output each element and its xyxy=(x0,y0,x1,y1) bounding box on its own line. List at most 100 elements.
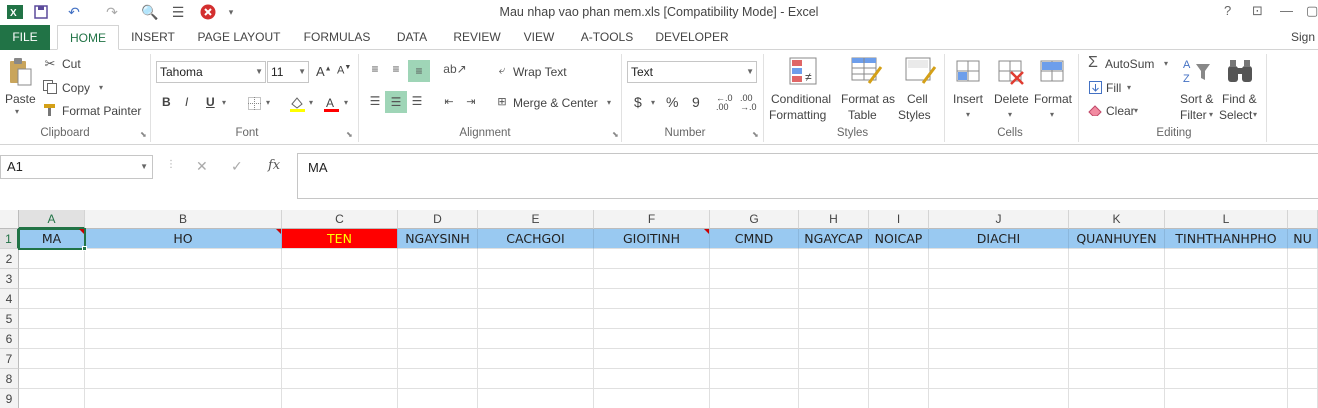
column-header-h[interactable]: H xyxy=(799,210,869,229)
cell[interactable] xyxy=(19,249,85,269)
align-middle-icon[interactable]: ≡ xyxy=(387,60,405,78)
cell[interactable] xyxy=(398,389,478,408)
cell[interactable] xyxy=(710,249,799,269)
cell[interactable] xyxy=(869,289,929,309)
delete-cells-icon[interactable] xyxy=(996,56,1026,86)
cell[interactable] xyxy=(282,249,398,269)
format-cells-button[interactable]: Format xyxy=(1034,92,1072,106)
cell[interactable] xyxy=(869,389,929,408)
cell[interactable] xyxy=(1288,309,1318,329)
cell[interactable] xyxy=(929,289,1069,309)
format-as-table-button[interactable]: Format as xyxy=(841,92,895,106)
cell[interactable] xyxy=(594,249,710,269)
cell[interactable] xyxy=(869,369,929,389)
font-name-combo[interactable]: Tahoma ▼ xyxy=(156,61,266,83)
help-icon[interactable]: ? xyxy=(1224,3,1231,18)
row-header-6[interactable]: 6 xyxy=(0,329,19,349)
decrease-decimal-icon[interactable]: .00 →.0 xyxy=(740,94,757,112)
cell[interactable] xyxy=(710,289,799,309)
header-cell-gioitinh[interactable]: GIOITINH xyxy=(594,229,710,249)
cell[interactable] xyxy=(19,369,85,389)
insert-function-icon[interactable]: fx xyxy=(268,158,280,173)
cell[interactable] xyxy=(594,329,710,349)
header-cell-cmnd[interactable]: CMND xyxy=(710,229,799,249)
tab-a-tools[interactable]: A-TOOLS xyxy=(572,25,642,50)
cell[interactable] xyxy=(799,389,869,408)
row-header-9[interactable]: 9 xyxy=(0,389,19,408)
cell-styles-icon[interactable] xyxy=(904,56,938,86)
column-header-f[interactable]: F xyxy=(594,210,710,229)
tab-view[interactable]: VIEW xyxy=(516,25,562,50)
cell[interactable] xyxy=(398,329,478,349)
cell-styles-button[interactable]: Cell xyxy=(907,92,928,106)
cell[interactable] xyxy=(398,309,478,329)
cell[interactable] xyxy=(1288,249,1318,269)
cell[interactable] xyxy=(282,349,398,369)
cell[interactable] xyxy=(1069,309,1165,329)
clipboard-launcher-icon[interactable]: ⬊ xyxy=(140,130,147,139)
comma-button[interactable]: 9 xyxy=(692,94,700,110)
cell[interactable] xyxy=(1165,309,1288,329)
wrap-text-icon[interactable]: ⤶ xyxy=(494,62,510,78)
cell[interactable] xyxy=(282,309,398,329)
cell[interactable] xyxy=(282,389,398,408)
cell[interactable] xyxy=(799,349,869,369)
percent-button[interactable]: % xyxy=(666,94,678,110)
cell[interactable] xyxy=(1165,369,1288,389)
clear-button[interactable]: Clear xyxy=(1106,104,1135,118)
cell[interactable] xyxy=(594,389,710,408)
cell[interactable] xyxy=(1069,249,1165,269)
maximize-icon[interactable]: ▢ xyxy=(1306,3,1318,19)
cell[interactable] xyxy=(594,309,710,329)
cell[interactable] xyxy=(282,269,398,289)
tab-developer[interactable]: DEVELOPER xyxy=(652,25,732,50)
alignment-launcher-icon[interactable]: ⬊ xyxy=(612,130,619,139)
cell[interactable] xyxy=(869,309,929,329)
cell[interactable] xyxy=(19,269,85,289)
cell[interactable] xyxy=(799,269,869,289)
name-box[interactable]: A1 ▼ xyxy=(0,155,153,179)
column-header-l[interactable]: L xyxy=(1165,210,1288,229)
cell[interactable] xyxy=(19,329,85,349)
cell[interactable] xyxy=(1165,249,1288,269)
bold-button[interactable]: B xyxy=(162,95,171,109)
cell[interactable] xyxy=(282,329,398,349)
cell[interactable] xyxy=(1288,269,1318,289)
conditional-formatting-icon[interactable]: ≠ xyxy=(788,56,818,86)
header-cell-diachi[interactable]: DIACHI xyxy=(929,229,1069,249)
find-select-button-line2[interactable]: Select xyxy=(1219,108,1252,122)
align-center-icon[interactable]: ☰ xyxy=(385,91,407,113)
formula-bar-handle-icon[interactable]: ⋮ xyxy=(166,159,176,170)
autosum-icon[interactable]: Σ xyxy=(1088,54,1098,72)
cell[interactable] xyxy=(869,249,929,269)
align-left-icon[interactable]: ☰ xyxy=(366,92,384,110)
delete-dropdown-icon[interactable]: ▾ xyxy=(1008,110,1012,119)
cell[interactable] xyxy=(710,349,799,369)
worksheet-grid[interactable]: ABCDEFGHIJKL 123456789 MA HO TEN NGAYSINH CA… xyxy=(0,210,1318,408)
cell[interactable] xyxy=(1288,329,1318,349)
cell[interactable] xyxy=(85,249,282,269)
font-color-dropdown-icon[interactable]: ▾ xyxy=(344,98,348,107)
cell[interactable] xyxy=(398,289,478,309)
header-cell-tinhthanhpho[interactable]: TINHTHANHPHO xyxy=(1165,229,1288,249)
increase-decimal-icon[interactable]: ←.0.00 xyxy=(716,94,733,112)
sort-filter-button-line2[interactable]: Filter xyxy=(1180,108,1207,122)
column-header-m[interactable] xyxy=(1288,210,1318,229)
fill-handle[interactable] xyxy=(82,246,87,251)
orientation-icon[interactable]: ab↗ xyxy=(442,60,468,78)
cell[interactable] xyxy=(19,289,85,309)
insert-dropdown-icon[interactable]: ▾ xyxy=(966,110,970,119)
copy-dropdown-icon[interactable]: ▾ xyxy=(99,83,103,92)
chevron-down-icon[interactable]: ▼ xyxy=(140,156,148,178)
cell[interactable] xyxy=(1165,329,1288,349)
cell[interactable] xyxy=(478,389,594,408)
cell[interactable] xyxy=(85,369,282,389)
header-cell-ngaysinh[interactable]: NGAYSINH xyxy=(398,229,478,249)
find-select-dropdown-icon[interactable]: ▾ xyxy=(1253,110,1257,119)
cell[interactable] xyxy=(1288,289,1318,309)
cell[interactable] xyxy=(19,349,85,369)
cell[interactable] xyxy=(710,369,799,389)
header-cell-ten[interactable]: TEN xyxy=(282,229,398,249)
header-cell-ho[interactable]: HO xyxy=(85,229,282,249)
cell[interactable] xyxy=(478,349,594,369)
